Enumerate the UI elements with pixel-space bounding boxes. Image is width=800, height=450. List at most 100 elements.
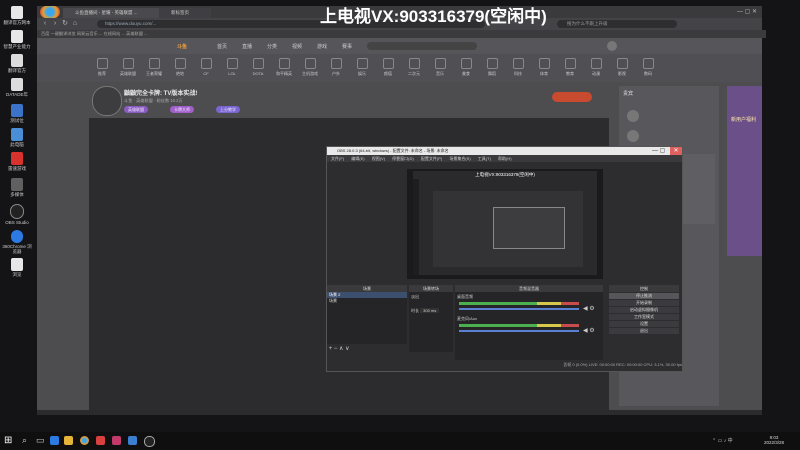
start-recording-button[interactable]: 开始录制 bbox=[609, 300, 679, 306]
edge-icon[interactable] bbox=[50, 436, 59, 445]
home-icon[interactable]: ⌂ bbox=[71, 20, 79, 28]
room-tag[interactable]: 英雄联盟 bbox=[124, 106, 148, 113]
exit-button[interactable]: 退出 bbox=[609, 328, 679, 334]
app-icon[interactable] bbox=[96, 436, 105, 445]
stop-stream-button[interactable]: 停止推流 bbox=[609, 293, 679, 299]
search-input[interactable]: 搜为什么不跟上升级 bbox=[557, 20, 677, 28]
tab-douyu[interactable]: 斗鱼直播间 - 星耀 - 英雄联盟 ... bbox=[63, 8, 167, 18]
ad-banner[interactable]: 新用户福利 bbox=[727, 86, 762, 256]
nav-match[interactable]: 赛事 bbox=[342, 43, 352, 50]
transition-duration-input[interactable]: 300 ms bbox=[420, 308, 440, 313]
category-item[interactable]: 娱乐 bbox=[351, 58, 373, 77]
category-label: 颜值 bbox=[384, 71, 392, 76]
forward-icon[interactable]: › bbox=[51, 20, 59, 28]
nav-game[interactable]: 游戏 bbox=[317, 43, 327, 50]
obs-icon[interactable] bbox=[144, 436, 155, 447]
category-item[interactable]: 数码 bbox=[637, 58, 659, 77]
room-tag[interactable]: 卡牌大师 bbox=[170, 106, 194, 113]
category-item[interactable]: 和平精英 bbox=[273, 58, 295, 77]
clock[interactable]: 9:03 2022/3/28 bbox=[764, 435, 784, 445]
obs-window-controls[interactable]: — ▢ bbox=[652, 147, 665, 155]
desktop-icon[interactable]: 此电脑 bbox=[2, 128, 32, 147]
desktop-icon[interactable]: OBS Studio bbox=[2, 204, 32, 225]
app-icon[interactable] bbox=[128, 436, 137, 445]
folder-icon[interactable] bbox=[64, 436, 73, 445]
category-item[interactable]: CF bbox=[195, 58, 217, 76]
desktop-icon[interactable]: 多媒体 bbox=[2, 178, 32, 197]
back-icon[interactable]: ‹ bbox=[41, 20, 49, 28]
close-icon[interactable]: ✕ bbox=[670, 147, 682, 155]
category-item[interactable]: 户外 bbox=[325, 58, 347, 77]
virtual-camera-button[interactable]: 启动虚拟摄像机 bbox=[609, 307, 679, 313]
menu-file[interactable]: 文件(F) bbox=[331, 156, 344, 161]
app-icon[interactable] bbox=[112, 436, 121, 445]
bookmarks-bar[interactable]: 百度 一键翻译浏览 网易云音乐 ... 在线网站 ... 英雄联盟 ... bbox=[37, 30, 766, 38]
scene-item[interactable]: 场景 bbox=[327, 298, 407, 304]
task-view-icon[interactable]: ▭ bbox=[36, 435, 45, 446]
streamer-avatar[interactable] bbox=[92, 86, 122, 116]
category-item[interactable]: LOL bbox=[221, 58, 243, 76]
category-item[interactable]: 二次元 bbox=[403, 58, 425, 77]
menu-scene-collection[interactable]: 场景集合(S) bbox=[449, 156, 470, 161]
category-item[interactable]: 推荐 bbox=[91, 58, 113, 77]
search-icon[interactable]: ⌕ bbox=[22, 435, 27, 446]
category-item[interactable]: 颜值 bbox=[377, 58, 399, 77]
room-tag[interactable]: 上分教学 bbox=[216, 106, 240, 113]
site-logo[interactable]: 斗鱼 bbox=[177, 43, 187, 50]
desktop-icon[interactable]: 智慧产业能力 bbox=[2, 30, 32, 49]
menu-docks[interactable]: 停靠窗口(D) bbox=[392, 156, 414, 161]
nav-category[interactable]: 分类 bbox=[267, 43, 277, 50]
volume-slider[interactable] bbox=[459, 308, 579, 310]
scene-buttons[interactable]: + − ∧ ∨ bbox=[327, 346, 407, 353]
menu-edit[interactable]: 编辑(E) bbox=[351, 156, 364, 161]
category-item[interactable]: 动漫 bbox=[585, 58, 607, 77]
site-search-input[interactable] bbox=[367, 42, 477, 50]
window-controls[interactable]: — ▢ ✕ bbox=[737, 8, 759, 16]
viewer-avatar[interactable] bbox=[627, 130, 639, 142]
category-item[interactable]: DOTA bbox=[247, 58, 269, 76]
category-item[interactable]: 科技 bbox=[507, 58, 529, 77]
category-item[interactable]: 王者荣耀 bbox=[143, 58, 165, 77]
category-item[interactable]: 英雄联盟 bbox=[117, 58, 139, 77]
category-item[interactable]: 绝地 bbox=[169, 58, 191, 77]
settings-button[interactable]: 设置 bbox=[609, 321, 679, 327]
desktop-icon[interactable]: DATADE年 bbox=[2, 78, 32, 97]
follow-button[interactable] bbox=[552, 92, 592, 102]
nav-home[interactable]: 首页 bbox=[217, 43, 227, 50]
refresh-icon[interactable]: ↻ bbox=[61, 20, 69, 28]
studio-mode-button[interactable]: 工作室模式 bbox=[609, 314, 679, 320]
category-item[interactable]: 音乐 bbox=[429, 58, 451, 77]
category-label: 科技 bbox=[514, 71, 522, 76]
speaker-icon[interactable]: ◀ ⚙ bbox=[583, 327, 595, 334]
category-item[interactable]: 美食 bbox=[455, 58, 477, 77]
menu-profile[interactable]: 配置文件(P) bbox=[421, 156, 442, 161]
desktop-icon[interactable]: 雷速游戏 bbox=[2, 152, 32, 171]
menu-view[interactable]: 视图(V) bbox=[372, 156, 385, 161]
desktop-icon[interactable]: 360Chrome 浏览器 bbox=[2, 230, 32, 254]
nav-live[interactable]: 直播 bbox=[242, 43, 252, 50]
browser-icon[interactable] bbox=[80, 436, 89, 445]
category-item[interactable]: 舞蹈 bbox=[481, 58, 503, 77]
desktop-icon[interactable]: 翻译官方网本 bbox=[2, 6, 32, 25]
folder-icon bbox=[11, 104, 23, 117]
nav-video[interactable]: 视频 bbox=[292, 43, 302, 50]
menu-help[interactable]: 帮助(H) bbox=[498, 156, 512, 161]
desktop-icon[interactable]: 翻译官方 bbox=[2, 54, 32, 73]
start-icon[interactable]: ⊞ bbox=[4, 435, 12, 446]
desktop-icon[interactable]: 浏览 bbox=[2, 258, 32, 277]
tray-icons[interactable]: ⌃ ▭ ♪ 中 bbox=[712, 437, 733, 444]
speaker-icon[interactable]: ◀ ⚙ bbox=[583, 305, 595, 312]
obs-preview[interactable]: 上电视VX:903316379(空闲中) bbox=[407, 169, 603, 279]
transition-type[interactable]: 淡出 bbox=[409, 292, 453, 302]
category-item[interactable]: 影视 bbox=[611, 58, 633, 77]
menu-tools[interactable]: 工具(T) bbox=[478, 156, 491, 161]
tab-new[interactable]: 新标签页 bbox=[159, 8, 211, 18]
category-item[interactable]: 教育 bbox=[559, 58, 581, 77]
browser-icon bbox=[11, 230, 23, 243]
volume-slider[interactable] bbox=[459, 330, 579, 332]
category-item[interactable]: 主机游戏 bbox=[299, 58, 321, 77]
user-avatar[interactable] bbox=[607, 41, 617, 51]
desktop-icon[interactable]: 测试位 bbox=[2, 104, 32, 123]
category-item[interactable]: 体育 bbox=[533, 58, 555, 77]
viewer-avatar[interactable] bbox=[627, 110, 639, 122]
